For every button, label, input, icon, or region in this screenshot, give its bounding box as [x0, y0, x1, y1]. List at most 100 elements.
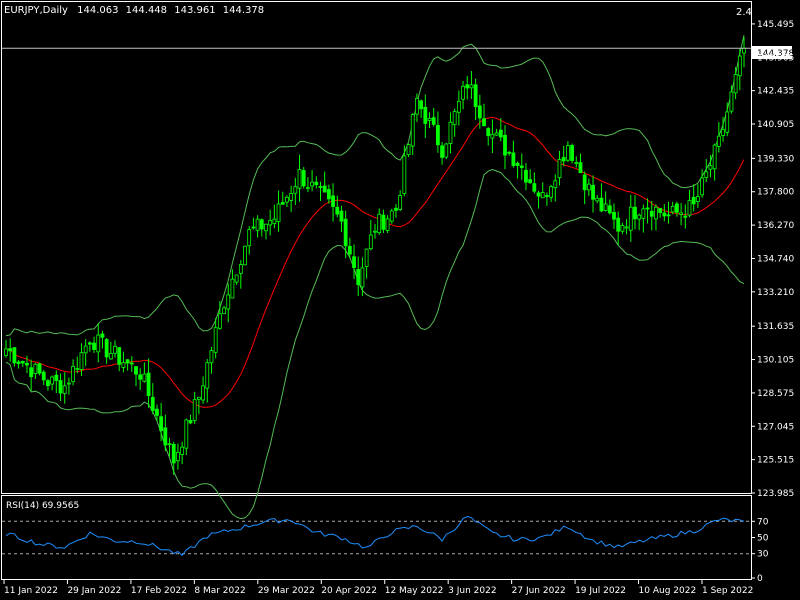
candle-body [666, 214, 671, 217]
candle-body [700, 177, 704, 196]
candle-body [347, 245, 352, 255]
candle-body [16, 361, 21, 364]
candle-body [545, 195, 549, 197]
candle-body [184, 419, 189, 449]
candle-body [394, 207, 398, 211]
candle-body [243, 245, 247, 266]
candle-body [687, 200, 692, 216]
candle-body [482, 118, 486, 127]
candle-body [66, 382, 71, 385]
candle-body [540, 192, 545, 199]
candle-body [377, 213, 382, 234]
candle-body [289, 193, 294, 201]
candle-body [477, 105, 482, 119]
candle-body [121, 362, 126, 368]
candle-body [712, 144, 717, 170]
close-value: 144.378 [223, 5, 264, 16]
candle-body [574, 161, 579, 164]
candle-body [201, 385, 205, 401]
candle-body [431, 117, 436, 125]
candle-body [373, 230, 377, 233]
candle-body [129, 362, 134, 365]
candle-body [339, 210, 344, 222]
candle-body [503, 134, 507, 156]
candle-body [255, 218, 260, 231]
date-tick-label: 27 Jun 2022 [512, 586, 566, 596]
price-tick-label: 145.495 [757, 20, 794, 30]
candle-body [532, 183, 537, 192]
candle-body [196, 396, 201, 400]
candle-body [280, 202, 285, 205]
candle-body [415, 98, 419, 115]
price-tick-label: 125.515 [757, 456, 794, 466]
candle-body [410, 114, 415, 147]
date-tick-label: 10 Aug 2022 [639, 586, 697, 596]
candle-body [276, 203, 281, 222]
date-tick-label: 29 Mar 2022 [258, 586, 315, 596]
candle-body [612, 211, 616, 220]
candle-body [360, 267, 365, 288]
price-tick-label: 136.270 [757, 221, 794, 231]
price-tick-label: 128.575 [757, 389, 794, 399]
date-tick-label: 12 May 2022 [385, 586, 444, 596]
candle-body [285, 196, 289, 203]
price-tick-label: 130.105 [757, 356, 794, 366]
candle-body [691, 196, 696, 205]
price-tick-label: 143.965 [757, 53, 794, 63]
candle-body [695, 196, 700, 202]
candle-body [381, 214, 386, 230]
candle-body [364, 248, 369, 267]
candle-body [33, 363, 38, 374]
candle-body [637, 214, 642, 220]
candle-body [37, 363, 42, 374]
candle-body [192, 399, 197, 421]
candle-body [549, 186, 554, 198]
candle-body [230, 278, 235, 299]
chart-area[interactable]: 144.378 EURJPY,Daily 144.063 144.448 143… [0, 0, 800, 600]
candle-body [603, 203, 608, 211]
candle-body [515, 162, 520, 166]
rsi-label: RSI(14) 69.9565 [6, 501, 79, 511]
candle-body [259, 219, 264, 230]
candle-body [607, 205, 612, 214]
candle-body [264, 223, 268, 232]
candle-body [528, 179, 533, 183]
candle-body [519, 165, 524, 169]
candle-body [452, 111, 457, 126]
candle-body [108, 353, 113, 360]
candle-body [301, 170, 306, 187]
candle-body [565, 145, 570, 161]
candle-body [440, 145, 444, 158]
candle-body [180, 446, 185, 455]
candle-body [58, 380, 63, 394]
candle-body [716, 135, 721, 147]
price-tick-label: 140.905 [757, 120, 794, 130]
candle-body [406, 144, 411, 155]
candle-body [654, 206, 658, 220]
candle-body [456, 100, 461, 113]
candle-body [213, 327, 218, 353]
candle-body [46, 380, 50, 387]
candle-body [742, 47, 746, 54]
candle-body [155, 408, 159, 416]
candle-body [41, 371, 46, 381]
candle-body [50, 376, 55, 385]
candle-body [176, 451, 180, 462]
candle-body [150, 396, 155, 412]
time-axis: 11 Jan 2022 29 Jan 2022 17 Feb 2022 8 Mar 2… [3, 580, 753, 596]
candle-body [398, 195, 403, 210]
price-panel[interactable] [1, 1, 752, 494]
candle-body [624, 226, 629, 229]
price-tick-label: 131.635 [757, 322, 794, 332]
chart-header: EURJPY,Daily 144.063 144.448 143.961 144… [4, 5, 264, 16]
candle-body [557, 159, 562, 179]
candle-body [368, 234, 373, 249]
candle-body [444, 143, 449, 158]
candle-body [217, 313, 222, 329]
candle-body [113, 345, 117, 354]
candle-body [662, 212, 667, 217]
rsi-panel[interactable] [1, 495, 752, 580]
candle-body [171, 443, 176, 464]
symbol-label: EURJPY,Daily [4, 5, 68, 16]
candle-body [310, 181, 315, 187]
